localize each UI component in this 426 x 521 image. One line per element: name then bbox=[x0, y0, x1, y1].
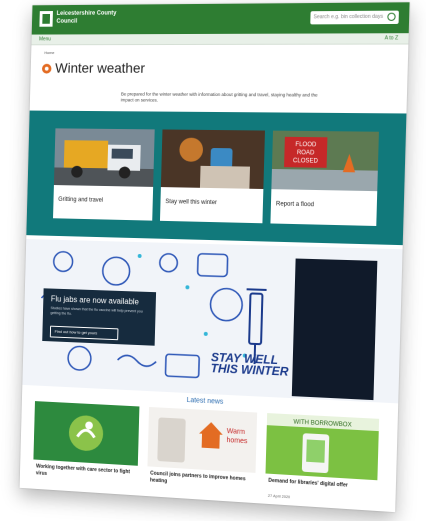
flood-sign-line2: ROAD bbox=[297, 150, 315, 156]
card-gritting[interactable]: Gritting and travel bbox=[53, 128, 155, 220]
news-title: Council joins partners to improve homes … bbox=[150, 471, 252, 490]
a-to-z-link[interactable]: A to Z bbox=[385, 35, 399, 41]
flu-heading: Flu jabs are now available bbox=[51, 294, 139, 306]
warm-homes-badge-line1: Warm bbox=[227, 428, 246, 436]
topic-cards-band: Gritting and travel Stay well this winte… bbox=[26, 111, 406, 246]
find-out-button[interactable]: Find out how to get yours bbox=[50, 326, 119, 341]
card-report-flood-label: Report a flood bbox=[276, 201, 314, 208]
page-title: Winter weather bbox=[55, 60, 145, 76]
flu-body: Studies have shown that the flu vaccine … bbox=[50, 306, 149, 320]
web-page: Leicestershire County Council Search e.g… bbox=[20, 2, 410, 512]
site-header: Leicestershire County Council Search e.g… bbox=[32, 2, 410, 34]
warm-homes-badge-line2: homes bbox=[226, 437, 248, 445]
search-placeholder: Search e.g. bin collection days bbox=[313, 14, 383, 21]
council-logo[interactable] bbox=[39, 11, 53, 27]
council-name[interactable]: Leicestershire County Council bbox=[56, 9, 133, 25]
card-stay-well[interactable]: Stay well this winter bbox=[160, 129, 265, 223]
breadcrumb[interactable]: Home bbox=[44, 50, 54, 55]
card-report-flood[interactable]: FLOOD ROAD CLOSED Report a flood bbox=[270, 131, 378, 226]
flood-sign-line3: CLOSED bbox=[293, 158, 318, 165]
card-gritting-label: Gritting and travel bbox=[58, 197, 103, 204]
menu-button[interactable]: Menu bbox=[39, 36, 51, 42]
news-item-heating[interactable]: Warm homes Council joins partners to imp… bbox=[147, 407, 258, 503]
search-box[interactable]: Search e.g. bin collection days bbox=[310, 11, 399, 25]
slogan-line2: THIS WINTER bbox=[211, 363, 289, 378]
find-out-label: Find out how to get yours bbox=[55, 329, 98, 336]
dark-panel bbox=[292, 259, 378, 401]
flu-jab-callout: Flu jabs are now available Studies have … bbox=[42, 288, 156, 345]
warm-homes-image: Warm homes bbox=[147, 407, 257, 473]
stay-well-slogan: STAY WELL THIS WINTER bbox=[211, 352, 289, 378]
flu-promo-banner[interactable]: Flu jabs are now available Studies have … bbox=[22, 239, 402, 403]
news-title: Working together with care sector to fig… bbox=[36, 464, 135, 483]
news-item-care-sector[interactable]: Working together with care sector to fig… bbox=[33, 401, 140, 495]
news-title: Demand for libraries' digital offer bbox=[268, 478, 374, 491]
news-date: 27 April 2020 bbox=[268, 494, 290, 499]
page-intro: Be prepared for the winter weather with … bbox=[121, 92, 319, 105]
gritting-lorry-image bbox=[54, 128, 155, 187]
flood-sign-image: FLOOD ROAD CLOSED bbox=[271, 131, 379, 192]
borrowbox-image: WITH BORROWBOX bbox=[265, 413, 379, 480]
screenshot-stage: Leicestershire County Council Search e.g… bbox=[0, 0, 426, 521]
news-item-libraries[interactable]: WITH BORROWBOX Demand for libraries' dig… bbox=[265, 413, 379, 511]
nav-bar: Menu A to Z bbox=[31, 33, 408, 45]
flood-sign-line1: FLOOD bbox=[295, 142, 316, 148]
search-icon[interactable] bbox=[387, 13, 396, 21]
card-stay-well-label: Stay well this winter bbox=[165, 199, 217, 206]
warm-drink-image bbox=[161, 129, 265, 189]
hand-wash-image bbox=[33, 401, 139, 466]
snowflake-icon bbox=[42, 64, 52, 74]
